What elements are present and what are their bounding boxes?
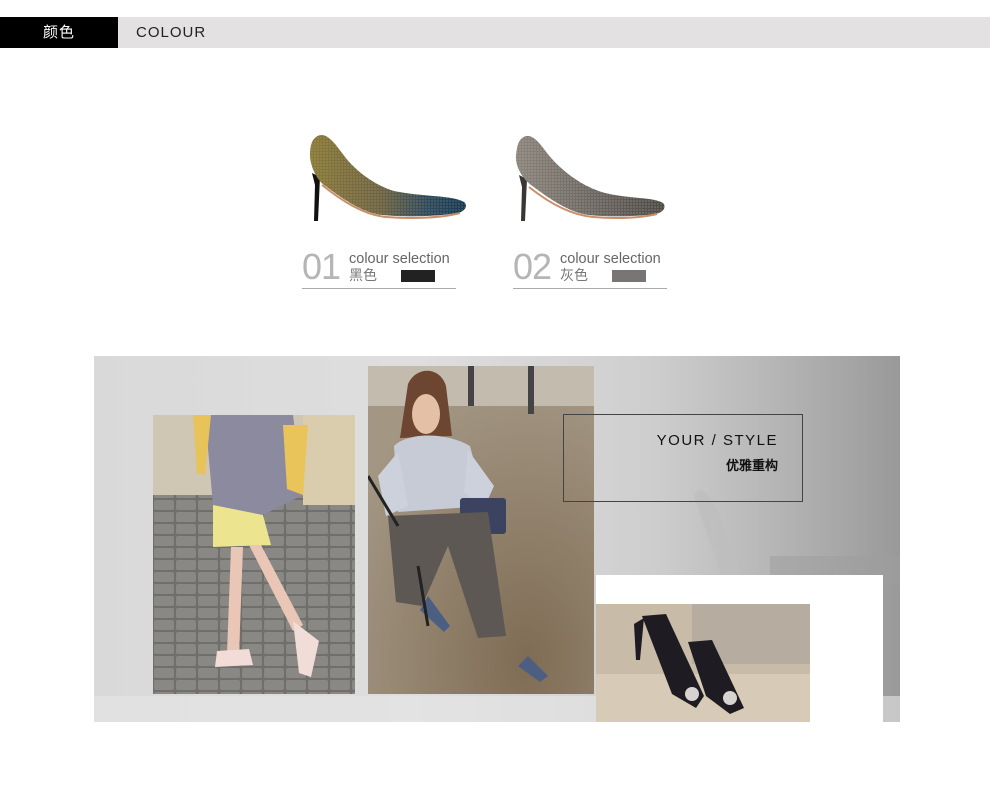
style-title-box: YOUR / STYLE 优雅重构: [563, 414, 803, 502]
colour-chip: [612, 270, 646, 282]
style-title-cn: 优雅重构: [725, 458, 778, 473]
style-title-en: YOUR / STYLE: [656, 432, 778, 449]
colour-chip: [401, 270, 435, 282]
section-label-en: COLOUR: [136, 24, 207, 41]
divider: [302, 288, 456, 289]
colour-name: 黑色: [349, 267, 377, 283]
shoe-image-grey: [515, 135, 665, 221]
lifestyle-photo-3: [596, 604, 810, 722]
colour-option-black[interactable]: 01 colour selection 黑色: [302, 125, 472, 295]
section-label-cn: 颜色: [0, 17, 118, 48]
colour-number: 02: [513, 246, 552, 287]
divider: [513, 288, 667, 289]
section-header: 颜色 COLOUR: [0, 17, 990, 48]
shoe-image-black: [310, 134, 466, 221]
colour-title: colour selection: [560, 251, 661, 267]
colour-name: 灰色: [560, 267, 588, 283]
lifestyle-photo-1: [153, 415, 355, 694]
colour-option-grey[interactable]: 02 colour selection 灰色: [513, 125, 683, 295]
colour-number: 01: [302, 246, 341, 287]
style-banner: YOUR / STYLE 优雅重构: [94, 356, 900, 722]
lifestyle-photo-2: [368, 366, 594, 694]
colour-title: colour selection: [349, 251, 450, 267]
